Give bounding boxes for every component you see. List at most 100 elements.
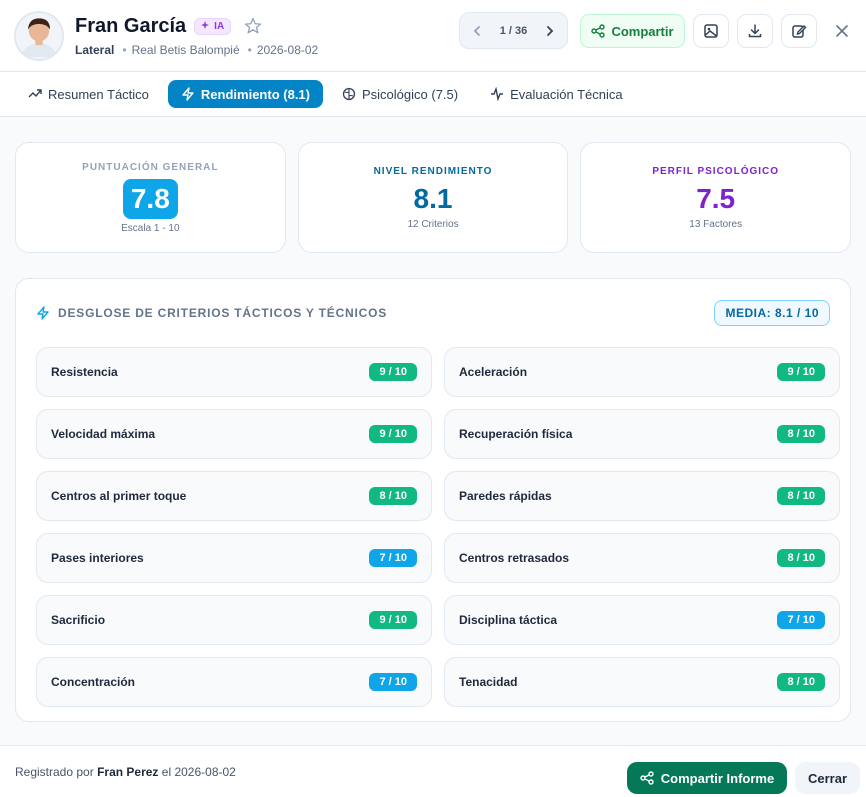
criterion-row: Resistencia 9 / 10 (36, 347, 432, 397)
average-badge: MEDIA: 8.1 / 10 (714, 300, 830, 326)
favorite-star-icon[interactable] (243, 16, 263, 36)
kpi-label: PERFIL PSICOLÓGICO (652, 165, 780, 177)
criterion-name: Velocidad máxima (51, 427, 156, 441)
share-icon (640, 771, 654, 785)
criterion-score-badge: 8 / 10 (777, 673, 825, 691)
criterion-name: Aceleración (459, 365, 528, 379)
criterion-score-badge: 7 / 10 (369, 673, 417, 691)
main-content: PUNTUACIÓN GENERAL 7.8 Escala 1 - 10 NIV… (0, 117, 866, 746)
image-button[interactable] (693, 14, 729, 48)
download-icon (748, 24, 762, 38)
criterion-name: Sacrificio (51, 613, 106, 627)
player-name: Fran García (75, 14, 187, 37)
close-button[interactable]: Cerrar (795, 762, 860, 794)
share-button-label: Compartir (611, 23, 674, 39)
pager: 1 / 36 (459, 12, 568, 49)
criterion-row: Paredes rápidas 8 / 10 (444, 471, 840, 521)
share-report-button[interactable]: Compartir Informe (627, 762, 787, 794)
criterion-name: Disciplina táctica (459, 613, 558, 627)
criterion-row: Velocidad máxima 9 / 10 (36, 409, 432, 459)
tab-label: Rendimiento (8.1) (200, 86, 310, 102)
criterion-row: Sacrificio 9 / 10 (36, 595, 432, 645)
lightning-icon (182, 87, 194, 101)
close-icon[interactable] (831, 20, 853, 42)
player-club: Real Betis Balompié (131, 42, 240, 57)
criterion-name: Centros al primer toque (51, 489, 187, 503)
tab-bar: Resumen Táctico Rendimiento (8.1) Psicol… (0, 72, 866, 117)
criterion-name: Centros retrasados (459, 551, 570, 565)
criterion-score-badge: 9 / 10 (777, 363, 825, 381)
ai-badge: IA (194, 17, 232, 35)
criterion-row: Concentración 7 / 10 (36, 657, 432, 707)
criterion-score-badge: 8 / 10 (777, 425, 825, 443)
criterion-name: Paredes rápidas (459, 489, 552, 503)
criterion-row: Recuperación física 8 / 10 (444, 409, 840, 459)
report-date: 2026-08-02 (256, 42, 319, 57)
criterion-name: Resistencia (51, 365, 118, 379)
brain-icon (342, 87, 356, 101)
criterion-score-badge: 8 / 10 (777, 549, 825, 567)
kpi-performance-level: NIVEL RENDIMIENTO 8.1 12 Criterios (297, 142, 569, 253)
criterion-score-badge: 9 / 10 (369, 363, 417, 381)
criterion-score-badge: 9 / 10 (369, 425, 417, 443)
edit-icon (792, 25, 807, 38)
sparkles-icon (201, 21, 210, 29)
criterion-name: Concentración (51, 675, 136, 689)
author-name: Fran Perez (97, 764, 159, 779)
tab-label: Psicológico (7.5) (362, 86, 459, 102)
criterion-name: Recuperación física (459, 427, 573, 441)
tab-rendimiento[interactable]: Rendimiento (8.1) (167, 80, 323, 108)
kpi-note: 12 Criterios (407, 218, 459, 230)
kpi-note: 13 Factores (689, 218, 743, 230)
chevron-right-icon[interactable] (543, 24, 557, 38)
kpi-label: NIVEL RENDIMIENTO (373, 165, 493, 177)
trend-up-icon (28, 89, 42, 98)
download-button[interactable] (737, 14, 773, 48)
criterion-row: Disciplina táctica 7 / 10 (444, 595, 840, 645)
criteria-panel: DESGLOSE DE CRITERIOS TÁCTICOS Y TÉCNICO… (15, 278, 851, 722)
kpi-note: Escala 1 - 10 (121, 222, 180, 234)
criterion-score-badge: 8 / 10 (777, 487, 825, 505)
criterion-row: Centros retrasados 8 / 10 (444, 533, 840, 583)
lightning-icon (37, 306, 49, 320)
kpi-value: 7.5 (696, 182, 736, 214)
footer: Registrado por Fran Perez el 2026-08-02 … (0, 745, 866, 797)
kpi-value: 8.1 (413, 182, 453, 214)
chevron-left-icon[interactable] (470, 24, 484, 38)
image-icon (704, 24, 718, 38)
criterion-score-badge: 7 / 10 (369, 549, 417, 567)
kpi-overall-score: PUNTUACIÓN GENERAL 7.8 Escala 1 - 10 (15, 142, 286, 253)
criterion-name: Tenacidad (459, 675, 518, 689)
kpi-row: PUNTUACIÓN GENERAL 7.8 Escala 1 - 10 NIV… (15, 142, 852, 253)
criterion-row: Tenacidad 8 / 10 (444, 657, 840, 707)
share-icon (591, 24, 606, 38)
edit-button[interactable] (781, 14, 817, 48)
tab-psicologico[interactable]: Psicológico (7.5) (329, 80, 471, 108)
criteria-grid: Resistencia 9 / 10 Aceleración 9 / 10 Veloci… (36, 347, 840, 707)
criteria-title: DESGLOSE DE CRITERIOS TÁCTICOS Y TÉCNICO… (58, 306, 388, 320)
tab-evaluacion-tecnica[interactable]: Evaluación Técnica (477, 80, 636, 108)
criterion-score-badge: 7 / 10 (777, 611, 825, 629)
criterion-row: Centros al primer toque 8 / 10 (36, 471, 432, 521)
criterion-name: Pases interiores (51, 551, 144, 565)
tab-resumen-tactico[interactable]: Resumen Táctico (15, 80, 162, 108)
ai-badge-label: IA (214, 20, 225, 32)
pager-count: 1 / 36 (499, 24, 528, 37)
criterion-row: Pases interiores 7 / 10 (36, 533, 432, 583)
report-header: Fran García IA Lateral • Real Betis Balo… (0, 0, 866, 72)
kpi-label: PUNTUACIÓN GENERAL (82, 161, 219, 173)
share-button[interactable]: Compartir (580, 14, 685, 48)
share-report-label: Compartir Informe (660, 770, 775, 786)
registered-by: Registrado por Fran Perez el 2026-08-02 (15, 764, 236, 779)
avatar (14, 10, 64, 61)
criterion-row: Aceleración 9 / 10 (444, 347, 840, 397)
kpi-value: 7.8 (122, 178, 178, 219)
criterion-score-badge: 8 / 10 (369, 487, 417, 505)
registered-date: 2026-08-02 (174, 764, 236, 779)
tab-label: Resumen Táctico (48, 86, 149, 102)
pulse-icon (491, 87, 504, 101)
tab-label: Evaluación Técnica (510, 86, 623, 102)
criterion-score-badge: 9 / 10 (369, 611, 417, 629)
kpi-psych-profile: PERFIL PSICOLÓGICO 7.5 13 Factores (580, 142, 852, 253)
player-position: Lateral (75, 42, 115, 57)
